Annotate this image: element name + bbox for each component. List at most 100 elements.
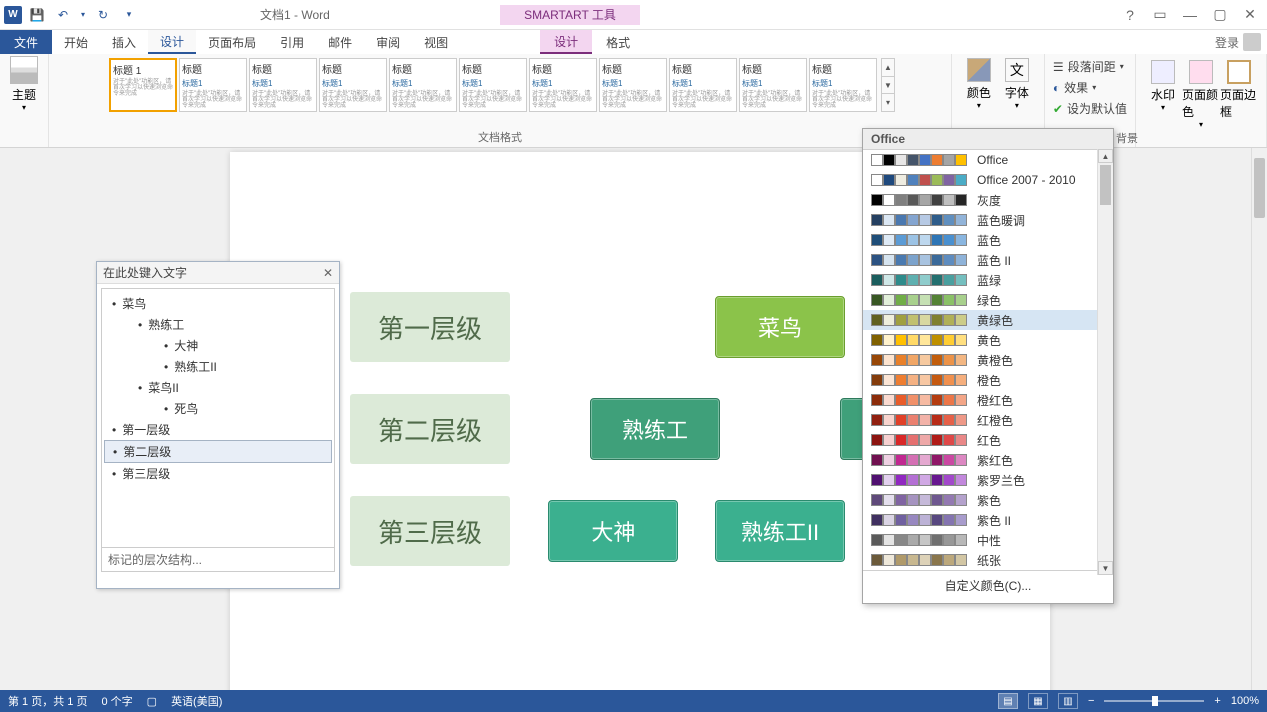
colors-dropdown-scrollbar[interactable]: ▲ ▼ bbox=[1097, 149, 1113, 575]
style-gallery[interactable]: 标题 1对于"此处"功能区，请首次学习以快速浏览命令来完成标题标题1对于"此处"… bbox=[105, 56, 881, 114]
colors-button[interactable]: 颜色 ▾ bbox=[960, 56, 998, 110]
fonts-button[interactable]: 文 字体 ▾ bbox=[998, 56, 1036, 110]
text-pane-item[interactable]: 第一层级 bbox=[104, 419, 332, 440]
gallery-more[interactable]: ▾ bbox=[882, 93, 894, 111]
style-gallery-item[interactable]: 标题标题1对于"此处"功能区，请首次学习以快速浏览命令来完成 bbox=[179, 58, 247, 112]
text-pane-item[interactable]: 死鸟 bbox=[104, 398, 332, 419]
color-scheme-row[interactable]: 红色 bbox=[863, 430, 1113, 450]
zoom-out-button[interactable]: − bbox=[1088, 695, 1094, 707]
style-gallery-item[interactable]: 标题标题1对于"此处"功能区，请首次学习以快速浏览命令来完成 bbox=[249, 58, 317, 112]
tab-插入[interactable]: 插入 bbox=[100, 30, 148, 54]
text-pane-item[interactable]: 熟练工 bbox=[104, 314, 332, 335]
smartart-level-label[interactable]: 第三层级 bbox=[350, 496, 510, 566]
page-borders-button[interactable]: 页面边框 bbox=[1220, 58, 1258, 120]
text-pane-item[interactable]: 第三层级 bbox=[104, 463, 332, 484]
qat-customize-button[interactable]: ▾ bbox=[118, 4, 140, 26]
style-gallery-item[interactable]: 标题标题1对于"此处"功能区，请首次学习以快速浏览命令来完成 bbox=[319, 58, 387, 112]
style-gallery-item[interactable]: 标题标题1对于"此处"功能区，请首次学习以快速浏览命令来完成 bbox=[459, 58, 527, 112]
qat-undo-button[interactable]: ↶ bbox=[52, 4, 74, 26]
text-pane-list[interactable]: 菜鸟熟练工大神熟练工II菜鸟II死鸟第一层级第二层级第三层级 bbox=[101, 288, 335, 548]
set-default-button[interactable]: ✔设为默认值 bbox=[1053, 100, 1127, 117]
text-pane-item[interactable]: 菜鸟II bbox=[104, 377, 332, 398]
restore-button[interactable]: ▢ bbox=[1207, 4, 1233, 26]
color-scheme-row[interactable]: 中性 bbox=[863, 530, 1113, 550]
close-button[interactable]: ✕ bbox=[1237, 4, 1263, 26]
tab-视图[interactable]: 视图 bbox=[412, 30, 460, 54]
qat-redo-button[interactable]: ↻ bbox=[92, 4, 114, 26]
color-scheme-row[interactable]: Office bbox=[863, 150, 1113, 170]
text-pane-footer[interactable]: 标记的层次结构... bbox=[101, 548, 335, 572]
help-button[interactable]: ? bbox=[1117, 4, 1143, 26]
colors-scrollbar-thumb[interactable] bbox=[1100, 165, 1111, 205]
effects-button[interactable]: ◐效果▾ bbox=[1053, 79, 1096, 96]
custom-colors-button[interactable]: 自定义颜色(C)... bbox=[863, 570, 1113, 600]
text-pane-item[interactable]: 大神 bbox=[104, 335, 332, 356]
color-scheme-row[interactable]: 绿色 bbox=[863, 290, 1113, 310]
tab-引用[interactable]: 引用 bbox=[268, 30, 316, 54]
minimize-button[interactable]: — bbox=[1177, 4, 1203, 26]
tab-页面布局[interactable]: 页面布局 bbox=[196, 30, 268, 54]
gallery-down[interactable]: ▼ bbox=[882, 76, 894, 94]
qat-undo-dropdown[interactable]: ▾ bbox=[78, 4, 88, 26]
status-proofing-icon[interactable]: ▢ bbox=[147, 695, 157, 708]
color-scheme-row[interactable]: 橙红色 bbox=[863, 390, 1113, 410]
view-web-layout[interactable]: ▥ bbox=[1058, 693, 1078, 709]
paragraph-spacing-button[interactable]: ☰段落间距▾ bbox=[1053, 58, 1124, 75]
smartart-level-label[interactable]: 第一层级 bbox=[350, 292, 510, 362]
scrollbar-thumb[interactable] bbox=[1254, 158, 1265, 218]
themes-button[interactable]: 主题 ▾ bbox=[6, 56, 42, 112]
status-word-count[interactable]: 0 个字 bbox=[101, 693, 132, 709]
gallery-up[interactable]: ▲ bbox=[882, 59, 894, 76]
style-gallery-item[interactable]: 标题标题1对于"此处"功能区，请首次学习以快速浏览命令来完成 bbox=[529, 58, 597, 112]
color-scheme-row[interactable]: 黄绿色 bbox=[863, 310, 1113, 330]
zoom-slider-thumb[interactable] bbox=[1152, 696, 1158, 706]
color-scheme-row[interactable]: 蓝绿 bbox=[863, 270, 1113, 290]
style-gallery-item[interactable]: 标题标题1对于"此处"功能区，请首次学习以快速浏览命令来完成 bbox=[809, 58, 877, 112]
color-scheme-row[interactable]: 纸张 bbox=[863, 550, 1113, 570]
color-scheme-row[interactable]: 灰度 bbox=[863, 190, 1113, 210]
login-area[interactable]: 登录 bbox=[1215, 30, 1267, 54]
style-gallery-item[interactable]: 标题 1对于"此处"功能区，请首次学习以快速浏览命令来完成 bbox=[109, 58, 177, 112]
ribbon-display-button[interactable]: ▭ bbox=[1147, 4, 1173, 26]
view-read-mode[interactable]: ▦ bbox=[1028, 693, 1048, 709]
status-page[interactable]: 第 1 页，共 1 页 bbox=[8, 693, 87, 709]
tab-审阅[interactable]: 审阅 bbox=[364, 30, 412, 54]
tab-开始[interactable]: 开始 bbox=[52, 30, 100, 54]
text-pane-item[interactable]: 菜鸟 bbox=[104, 293, 332, 314]
scroll-down-arrow[interactable]: ▼ bbox=[1098, 561, 1113, 575]
smartart-node[interactable]: 大神 bbox=[548, 500, 678, 562]
style-gallery-item[interactable]: 标题标题1对于"此处"功能区，请首次学习以快速浏览命令来完成 bbox=[669, 58, 737, 112]
ctx-tab-设计[interactable]: 设计 bbox=[540, 30, 592, 54]
style-gallery-item[interactable]: 标题标题1对于"此处"功能区，请首次学习以快速浏览命令来完成 bbox=[739, 58, 807, 112]
style-gallery-item[interactable]: 标题标题1对于"此处"功能区，请首次学习以快速浏览命令来完成 bbox=[389, 58, 457, 112]
smartart-level-label[interactable]: 第二层级 bbox=[350, 394, 510, 464]
zoom-slider[interactable] bbox=[1104, 700, 1204, 702]
color-scheme-row[interactable]: 紫色 II bbox=[863, 510, 1113, 530]
color-scheme-row[interactable]: 红橙色 bbox=[863, 410, 1113, 430]
ctx-tab-格式[interactable]: 格式 bbox=[592, 30, 644, 54]
page-color-button[interactable]: 页面颜色▾ bbox=[1182, 58, 1220, 129]
color-scheme-row[interactable]: 黄橙色 bbox=[863, 350, 1113, 370]
text-pane-item[interactable]: 第二层级 bbox=[104, 440, 332, 463]
style-gallery-item[interactable]: 标题标题1对于"此处"功能区，请首次学习以快速浏览命令来完成 bbox=[599, 58, 667, 112]
color-scheme-row[interactable]: 蓝色 bbox=[863, 230, 1113, 250]
color-scheme-row[interactable]: 橙色 bbox=[863, 370, 1113, 390]
tab-邮件[interactable]: 邮件 bbox=[316, 30, 364, 54]
tab-file[interactable]: 文件 bbox=[0, 30, 52, 54]
smartart-node[interactable]: 熟练工 bbox=[590, 398, 720, 460]
color-scheme-row[interactable]: 紫罗兰色 bbox=[863, 470, 1113, 490]
status-language[interactable]: 英语(美国) bbox=[171, 693, 222, 709]
color-scheme-row[interactable]: 蓝色 II bbox=[863, 250, 1113, 270]
color-scheme-row[interactable]: Office 2007 - 2010 bbox=[863, 170, 1113, 190]
scroll-up-arrow[interactable]: ▲ bbox=[1098, 149, 1113, 163]
qat-save-button[interactable]: 💾 bbox=[26, 4, 48, 26]
smartart-node[interactable]: 菜鸟 bbox=[715, 296, 845, 358]
color-scheme-row[interactable]: 黄色 bbox=[863, 330, 1113, 350]
zoom-level[interactable]: 100% bbox=[1231, 695, 1259, 707]
view-print-layout[interactable]: ▤ bbox=[998, 693, 1018, 709]
smartart-node[interactable]: 熟练工II bbox=[715, 500, 845, 562]
zoom-in-button[interactable]: + bbox=[1214, 695, 1220, 707]
text-pane-item[interactable]: 熟练工II bbox=[104, 356, 332, 377]
color-scheme-row[interactable]: 紫色 bbox=[863, 490, 1113, 510]
color-scheme-row[interactable]: 蓝色暖调 bbox=[863, 210, 1113, 230]
